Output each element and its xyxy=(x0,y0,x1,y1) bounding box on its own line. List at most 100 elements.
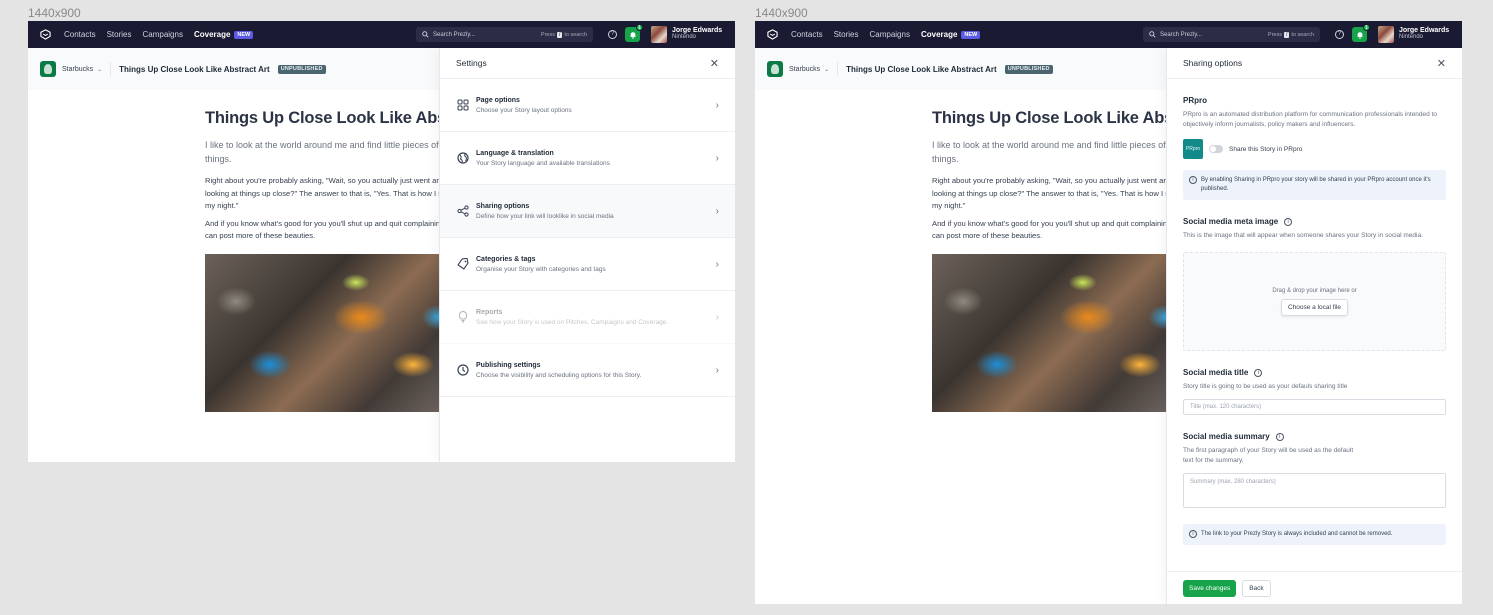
nav-contacts[interactable]: Contacts xyxy=(64,30,96,39)
save-changes-button[interactable]: Save changes xyxy=(1183,579,1237,597)
drawer-title: Settings xyxy=(456,58,487,68)
clock-icon xyxy=(456,363,470,377)
prezly-logo-icon[interactable] xyxy=(765,28,779,42)
chevron-right-icon: › xyxy=(715,258,719,270)
item-desc: Choose the visibility and scheduling opt… xyxy=(476,371,642,379)
info-icon[interactable]: i xyxy=(1284,217,1293,226)
prpro-logo: PRpro xyxy=(1183,139,1203,159)
item-title: Language & translation xyxy=(476,149,554,157)
avatar[interactable] xyxy=(651,26,667,43)
brand-switcher[interactable]: Starbucks xyxy=(789,66,820,73)
info-icon[interactable]: i xyxy=(1275,432,1284,441)
user-name: Jorge Edwards xyxy=(672,27,723,34)
item-title: Sharing options xyxy=(476,202,530,210)
back-button[interactable]: Back xyxy=(1242,579,1271,597)
brand-logo xyxy=(767,61,783,77)
user-menu[interactable]: Jorge Edwards Nintendo xyxy=(672,27,722,40)
close-icon[interactable]: ✕ xyxy=(1437,57,1446,70)
user-org: Nintendo xyxy=(1399,34,1424,40)
help-icon[interactable]: ? xyxy=(608,30,617,39)
meta-image-title: Social media meta image i xyxy=(1183,217,1446,226)
search-hint: Press / to search xyxy=(1267,31,1314,38)
article-paragraph: And if you know what's good for you you'… xyxy=(932,218,1186,241)
avatar[interactable] xyxy=(1378,26,1394,43)
choose-file-button[interactable]: Choose a local file xyxy=(1280,298,1349,316)
frame-label: 1440x900 xyxy=(28,6,81,20)
close-icon[interactable]: ✕ xyxy=(710,57,719,70)
notifications-button[interactable]: 1 xyxy=(625,24,643,42)
notifications-button[interactable]: 1 xyxy=(1352,24,1370,42)
chevron-right-icon: › xyxy=(715,205,719,217)
prpro-desc: PRpro is an automated distribution platf… xyxy=(1183,111,1437,128)
notification-count: 1 xyxy=(636,24,643,31)
divider xyxy=(110,62,112,76)
image-dropzone[interactable]: Drag & drop your image here or Choose a … xyxy=(1183,252,1446,351)
social-title-input[interactable]: Title (max. 120 characters) xyxy=(1183,399,1446,415)
help-icon[interactable]: ? xyxy=(1335,30,1344,39)
bell-icon xyxy=(630,31,635,39)
sharing-options-drawer: Sharing options ✕ PRpro PRpro is an auto… xyxy=(1166,48,1462,604)
nav-coverage[interactable]: Coverage xyxy=(921,30,957,39)
prezly-logo-icon[interactable] xyxy=(38,28,52,42)
search-icon xyxy=(422,31,429,38)
prpro-title: PRpro xyxy=(1183,96,1207,105)
user-menu[interactable]: Jorge Edwards Nintendo xyxy=(1399,27,1449,40)
nav-campaigns[interactable]: Campaigns xyxy=(869,30,909,39)
search-input[interactable]: Search Prezly... Press / to search xyxy=(1143,27,1320,42)
story-title: Things Up Close Look Like Abstract Art xyxy=(846,64,997,74)
top-nav: Contacts Stories Campaigns Coverage NEW … xyxy=(755,21,1462,48)
new-badge: NEW xyxy=(961,30,981,39)
tag-icon xyxy=(456,257,470,271)
item-desc: Your Story language and available transl… xyxy=(476,159,610,167)
layout-icon xyxy=(456,98,470,112)
frame-sharing-options: Contacts Stories Campaigns Coverage NEW … xyxy=(755,21,1462,604)
settings-item-categories[interactable]: Categories & tags Organise your Story wit… xyxy=(440,238,735,291)
article-lead: I like to look at the world around me an… xyxy=(932,140,1192,164)
user-name: Jorge Edwards xyxy=(1399,27,1450,34)
share-icon xyxy=(456,204,470,218)
search-hint: Press / to search xyxy=(540,31,587,38)
search-placeholder: Search Prezly... xyxy=(433,31,475,38)
prpro-info-callout: i By enabling Sharing in PRpro your stor… xyxy=(1183,170,1446,200)
brand-logo xyxy=(40,61,56,77)
info-icon: i xyxy=(1189,530,1197,538)
item-title: Publishing settings xyxy=(476,361,541,369)
share-prpro-toggle[interactable] xyxy=(1209,145,1223,153)
frame-label: 1440x900 xyxy=(755,6,808,20)
search-icon xyxy=(1149,31,1156,38)
info-icon[interactable]: i xyxy=(1254,368,1263,377)
meta-image-desc: This is the image that will appear when … xyxy=(1183,232,1423,239)
frame-settings: Contacts Stories Campaigns Coverage NEW … xyxy=(28,21,735,462)
nav-stories[interactable]: Stories xyxy=(834,30,859,39)
chevron-right-icon: › xyxy=(715,311,719,323)
nav-contacts[interactable]: Contacts xyxy=(791,30,823,39)
item-title: Categories & tags xyxy=(476,255,536,263)
top-nav: Contacts Stories Campaigns Coverage NEW … xyxy=(28,21,735,48)
settings-drawer: Settings ✕ Page options Choose your Story… xyxy=(439,48,735,462)
nav-coverage[interactable]: Coverage xyxy=(194,30,230,39)
article-paragraph: Right about you're probably asking, "Wai… xyxy=(205,176,457,210)
settings-item-page-options[interactable]: Page options Choose your Story layout opt… xyxy=(440,79,735,132)
brand-switcher[interactable]: Starbucks xyxy=(62,66,93,73)
item-desc: Define how your link will looklike in so… xyxy=(476,212,614,220)
chevron-down-icon[interactable]: ⌄ xyxy=(824,66,829,73)
new-badge: NEW xyxy=(234,30,254,39)
nav-campaigns[interactable]: Campaigns xyxy=(142,30,182,39)
article-preview: Things Up Close Look Like Abstract Art I… xyxy=(205,109,508,412)
settings-item-language[interactable]: Language & translation Your Story languag… xyxy=(440,132,735,185)
search-input[interactable]: Search Prezly... Press / to search xyxy=(416,27,593,42)
social-summary-label: Social media summary i xyxy=(1183,432,1446,441)
chevron-right-icon: › xyxy=(715,152,719,164)
nav-stories[interactable]: Stories xyxy=(107,30,132,39)
item-title: Reports xyxy=(476,308,503,316)
settings-item-publishing[interactable]: Publishing settings Choose the visibility… xyxy=(440,344,735,397)
globe-icon xyxy=(456,151,470,165)
callout-text: The link to your Prezly Story is always … xyxy=(1201,531,1393,537)
social-summary-textarea[interactable]: Summary (max. 280 characters) xyxy=(1183,473,1446,508)
status-badge: UNPUBLISHED xyxy=(277,64,326,74)
chevron-down-icon[interactable]: ⌄ xyxy=(97,66,102,73)
settings-item-sharing[interactable]: Sharing options Define how your link will… xyxy=(440,185,735,238)
drawer-footer: Save changes Back xyxy=(1167,571,1462,604)
toggle-label: Share this Story in PRpro xyxy=(1229,145,1303,153)
dropzone-text: Drag & drop your image here or xyxy=(1272,287,1357,294)
